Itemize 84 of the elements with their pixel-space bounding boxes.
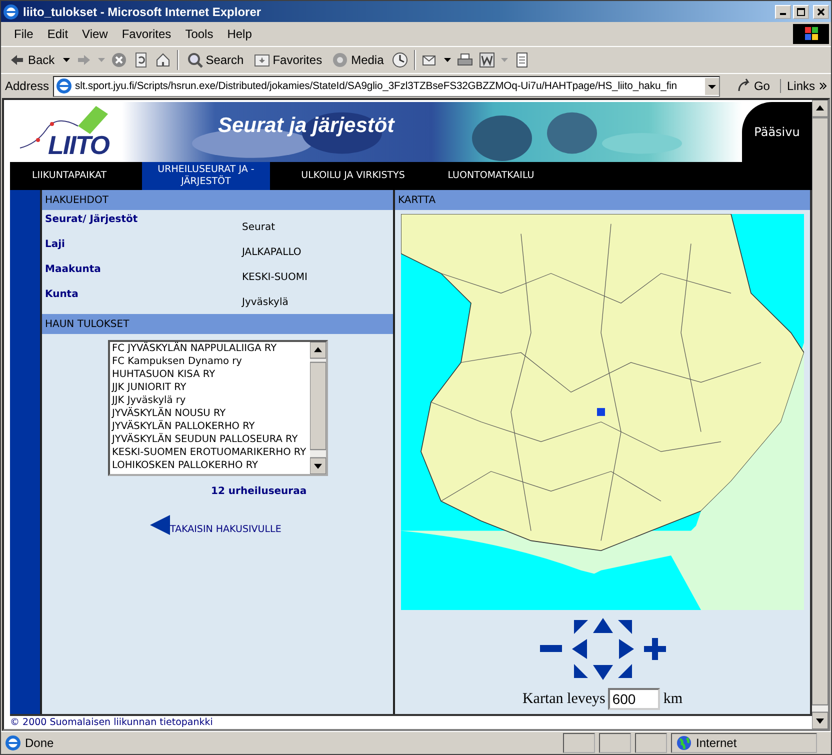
page-icon xyxy=(56,78,72,94)
scrollbar[interactable] xyxy=(812,100,828,729)
list-item[interactable]: KESKI-SUOMEN EROTUOMARIKERHO RY xyxy=(112,446,310,459)
edit-icon[interactable] xyxy=(478,52,495,68)
list-item[interactable]: HUHTASUON KISA RY xyxy=(112,368,310,381)
section-header: KARTTA xyxy=(395,190,810,210)
criteria-value: KESKI-SUOMI xyxy=(242,271,308,285)
links-button[interactable]: Links xyxy=(780,79,815,93)
close-button[interactable] xyxy=(813,4,829,18)
back-arrow-icon xyxy=(9,52,25,68)
nav-tab[interactable]: URHEILUSEURAT JA - JÄRJESTÖT xyxy=(142,162,270,190)
criteria-label: Maakunta xyxy=(45,263,102,277)
left-triangle-icon[interactable] xyxy=(150,515,170,535)
list-item[interactable]: JYVÄSKYLÄN SEUDUN PALLOSEURA RY xyxy=(112,433,310,446)
menu-item[interactable]: Favorites xyxy=(114,27,178,41)
menu-item[interactable]: Edit xyxy=(40,27,76,41)
menu-item[interactable]: File xyxy=(7,27,40,41)
disc-icon xyxy=(332,52,348,68)
security-zone: Internet xyxy=(696,736,737,750)
chevron-icon[interactable] xyxy=(819,82,827,90)
nav-tab[interactable]: ULKOILU JA VIRKISTYS xyxy=(284,162,422,190)
menu-item[interactable]: Tools xyxy=(178,27,220,41)
copyright-text: © 2000 Suomalaisen liikunnan tietopankki xyxy=(10,716,214,729)
criteria-value: Seurat xyxy=(242,221,276,235)
list-item[interactable]: JYVÄSKYLÄN NOUSU RY xyxy=(112,407,310,420)
globe-icon xyxy=(676,735,692,751)
maximize-icon xyxy=(796,6,806,16)
list-item[interactable]: JJK Jyväskylä ry xyxy=(112,394,310,407)
scrollbar[interactable] xyxy=(310,342,326,474)
refresh-icon[interactable] xyxy=(132,52,149,68)
status-pane xyxy=(635,733,667,753)
minimize-icon xyxy=(780,12,786,14)
banner-heading: Seurat ja järjestöt xyxy=(218,114,394,138)
page-icon xyxy=(5,735,21,751)
minimize-button[interactable] xyxy=(775,4,791,18)
criteria-label: Laji xyxy=(45,238,66,252)
browser-icon xyxy=(3,4,19,20)
status-text: Done xyxy=(25,736,55,750)
list-item[interactable]: JYVÄSKYLÄN PALLOKERHO RY xyxy=(112,420,310,433)
media-button[interactable]: Media xyxy=(330,52,386,68)
status-pane xyxy=(599,733,631,753)
map-width-field[interactable]: 600 xyxy=(608,688,660,710)
criteria-value: JALKAPALLO xyxy=(242,246,302,260)
pan-arrows-icon[interactable] xyxy=(572,618,634,680)
menu-item[interactable]: Help xyxy=(220,27,259,41)
result-count: 12 urheiluseuraa xyxy=(211,486,308,497)
dropdown-arrow-icon[interactable] xyxy=(444,58,451,62)
dropdown-arrow-icon[interactable] xyxy=(62,58,70,62)
search-icon xyxy=(186,52,203,68)
address-label: Address xyxy=(5,79,50,93)
unit-label: km xyxy=(663,690,683,708)
nav-tab[interactable]: LUONTOMATKAILU xyxy=(422,162,560,190)
list-item[interactable]: FC JYVÄSKYLÄN NAPPULALIIGA RY xyxy=(112,342,310,355)
home-icon[interactable] xyxy=(154,52,171,68)
menu-item[interactable]: View xyxy=(75,27,115,41)
results-listbox[interactable] xyxy=(108,340,328,476)
list-item[interactable]: JJK JUNIORIT RY xyxy=(112,381,310,394)
window-title: liito_tulokset - Microsoft Internet Explorer xyxy=(23,4,262,18)
criteria-label: Kunta xyxy=(45,288,80,302)
windows-logo-icon xyxy=(793,24,829,44)
map-width-label: Kartan leveys xyxy=(522,690,606,708)
back-link[interactable]: TAKAISIN HAKUSIVULLE xyxy=(170,524,282,535)
favorites-button[interactable]: Favorites xyxy=(252,52,324,68)
plus-icon[interactable] xyxy=(644,638,666,660)
go-arrow-icon xyxy=(736,78,752,94)
history-icon[interactable] xyxy=(392,52,408,68)
stop-icon[interactable] xyxy=(110,52,127,68)
list-item[interactable]: LOHIKOSKEN PALLOKERHO RY xyxy=(112,459,310,472)
nav-tab[interactable]: LIIKUNTAPAIKAT xyxy=(32,162,142,190)
criteria-value: Jyväskylä xyxy=(242,296,290,310)
criteria-label: Seurat/ Järjestöt xyxy=(45,213,139,227)
maximize-button[interactable] xyxy=(793,4,809,18)
status-pane xyxy=(563,733,595,753)
go-button[interactable]: Go xyxy=(730,77,776,95)
logo: LIITO xyxy=(48,130,109,161)
section-header: HAUN TULOKSET xyxy=(42,314,393,334)
print-icon[interactable] xyxy=(456,52,473,68)
section-header: HAKUEHDOT xyxy=(42,190,393,210)
close-icon xyxy=(816,6,826,16)
home-link[interactable]: Pääsivu xyxy=(754,125,800,139)
search-button[interactable]: Search xyxy=(184,52,246,68)
address-field[interactable]: slt.sport.jyu.fi/Scripts/hsrun.exe/Distributed/jokamies/StateId/SA9glio_3Fzl3TZBseFS32GBZZMOq-Ui7u/HAHTpage/HS_liito_haku_fin xyxy=(53,76,720,96)
back-button[interactable]: Back xyxy=(7,52,57,68)
list-item[interactable]: FC Kampuksen Dynamo ry xyxy=(112,355,310,368)
